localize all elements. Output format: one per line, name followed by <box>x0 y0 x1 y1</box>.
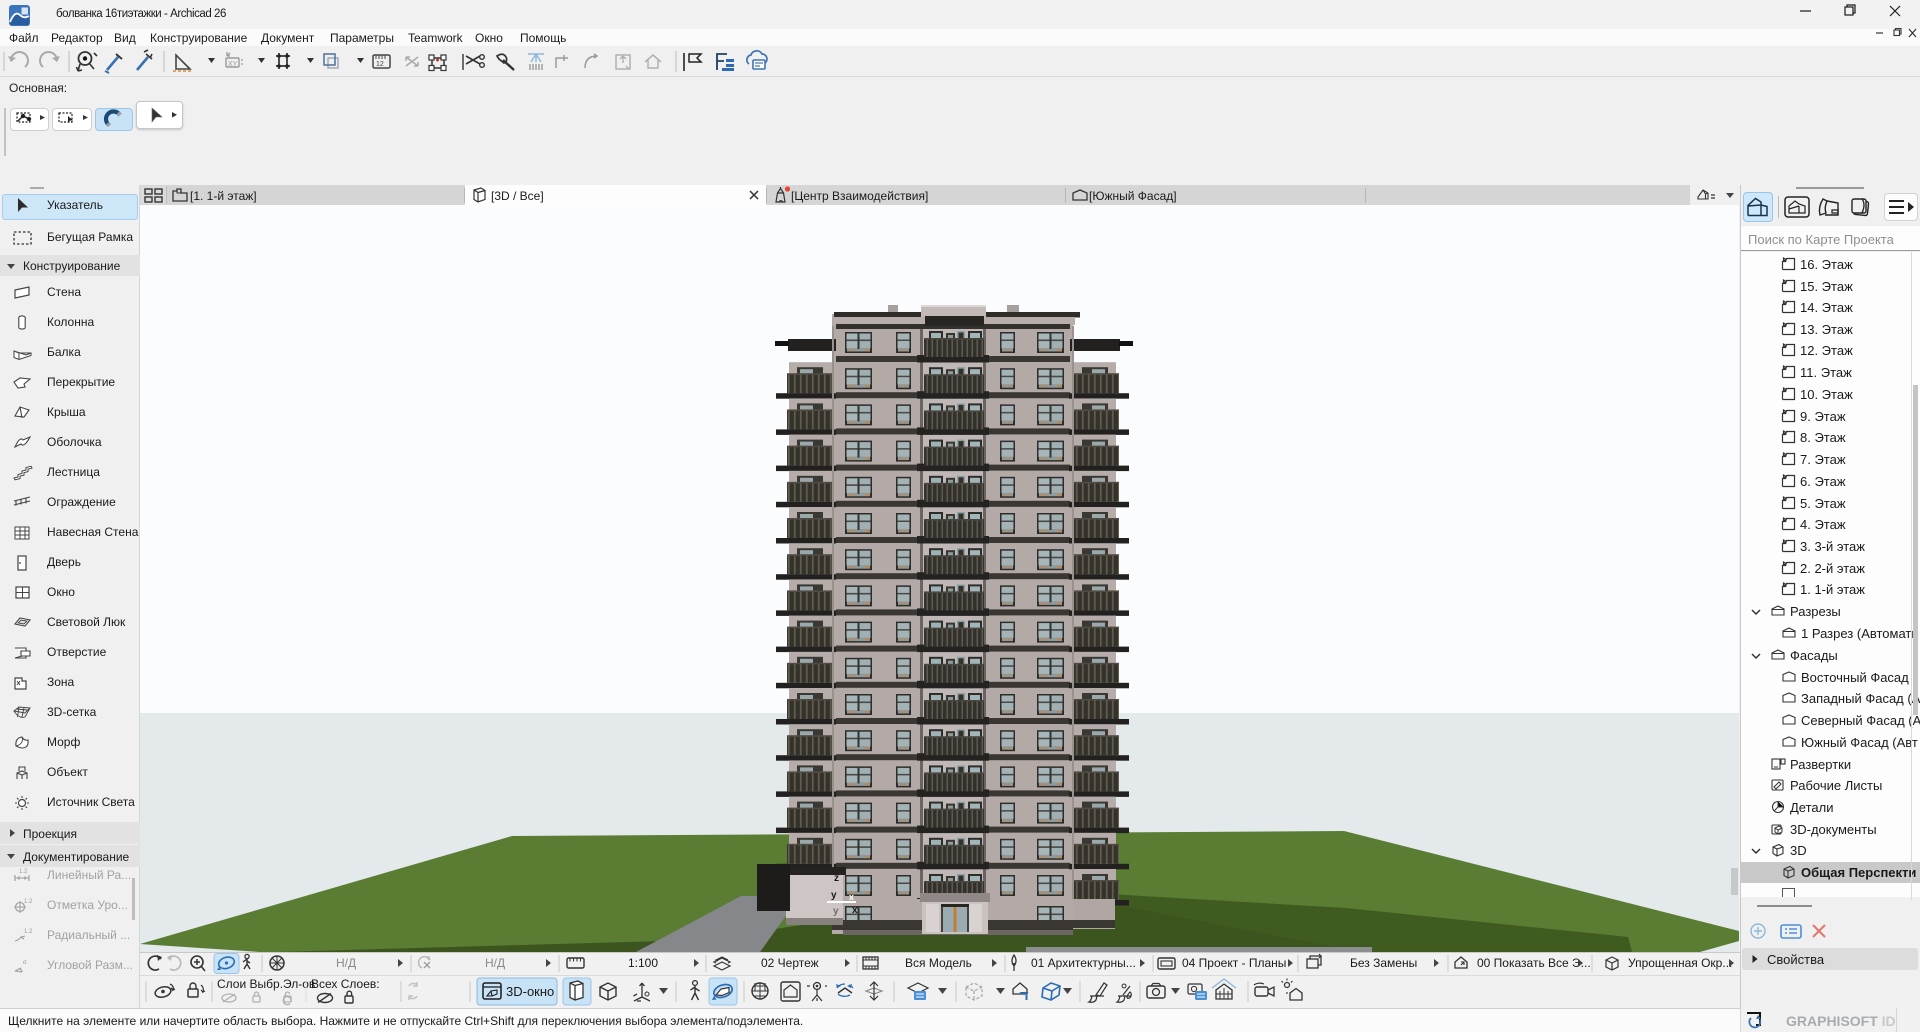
svg-text:01 Архитектурны...: 01 Архитектурны... <box>1031 956 1136 970</box>
svg-text:Вся Модель: Вся Модель <box>905 956 972 970</box>
svg-text:1:100: 1:100 <box>628 956 658 970</box>
svg-text:x: x <box>849 892 854 902</box>
svg-text:1.2: 1.2 <box>24 899 33 905</box>
svg-text:Без Замены: Без Замены <box>1350 956 1417 970</box>
svg-text:Н/Д: Н/Д <box>485 956 505 970</box>
svg-text:α: α <box>23 960 27 966</box>
svg-text:04 Проект - Планы: 04 Проект - Планы <box>1182 956 1286 970</box>
svg-text:02 Чертеж: 02 Чертеж <box>761 956 819 970</box>
svg-text:z: z <box>834 873 839 884</box>
svg-text:1.2: 1.2 <box>24 929 33 935</box>
svg-text:1.2: 1.2 <box>19 869 28 875</box>
svg-text:y: y <box>831 890 837 901</box>
svg-text:Всех Слоев:: Всех Слоев: <box>311 977 380 991</box>
svg-text:Н/Д: Н/Д <box>336 956 356 970</box>
svg-text:Упрощенная Окр...: Упрощенная Окр... <box>1628 956 1732 970</box>
svg-text:00 Показать Все Э...: 00 Показать Все Э... <box>1477 956 1591 970</box>
svg-text:Слои Выбр.Эл-ов: Слои Выбр.Эл-ов <box>217 977 315 991</box>
svg-text:y: y <box>833 906 839 917</box>
svg-text:x: x <box>852 905 858 916</box>
svg-text:12: 12 <box>376 61 384 68</box>
svg-text:XY: XY <box>228 61 238 68</box>
svg-text:3D-окно: 3D-окно <box>506 984 554 999</box>
